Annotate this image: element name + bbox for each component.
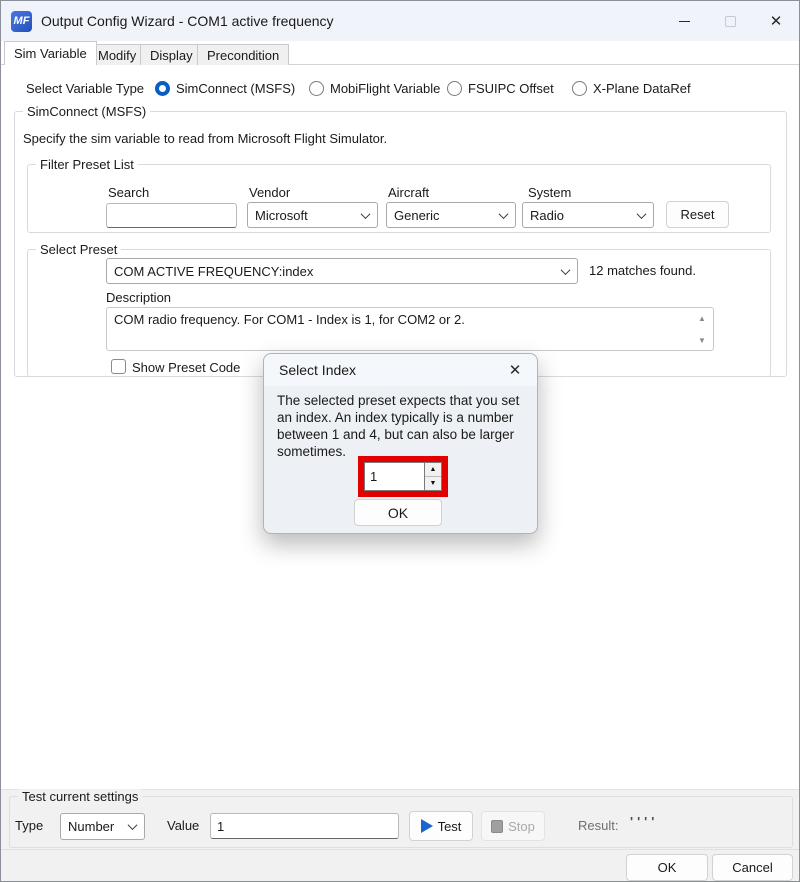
reset-button[interactable]: Reset (666, 201, 729, 228)
minimize-button[interactable] (661, 1, 707, 41)
radio-simconnect-label[interactable]: SimConnect (MSFS) (176, 81, 295, 96)
matches-found-text: 12 matches found. (589, 263, 696, 278)
maximize-icon (725, 16, 736, 27)
search-label: Search (108, 185, 149, 200)
select-variable-type-label: Select Variable Type (26, 81, 144, 96)
radio-xplane-dataref-label[interactable]: X-Plane DataRef (593, 81, 691, 96)
chevron-down-icon (361, 209, 371, 219)
description-text: COM radio frequency. For COM1 - Index is… (114, 312, 465, 327)
window-title: Output Config Wizard - COM1 active frequ… (41, 13, 334, 29)
result-value: '''' (630, 814, 658, 829)
system-value: Radio (530, 208, 564, 223)
spinner-up-icon[interactable]: ▲ (425, 463, 441, 477)
vendor-value: Microsoft (255, 208, 308, 223)
radio-fsuipc-offset[interactable] (447, 81, 462, 96)
simconnect-groupbox-title: SimConnect (MSFS) (23, 104, 150, 119)
play-icon (421, 819, 433, 833)
scroll-down-icon[interactable]: ▼ (695, 333, 709, 347)
maximize-button (707, 1, 753, 41)
scroll-up-icon[interactable]: ▲ (695, 311, 709, 325)
show-preset-code-label[interactable]: Show Preset Code (132, 360, 240, 375)
aircraft-select[interactable]: Generic (386, 202, 516, 228)
footer-divider (1, 849, 799, 850)
close-button[interactable]: ✕ (753, 1, 799, 41)
chevron-down-icon (637, 209, 647, 219)
preset-value: COM ACTIVE FREQUENCY:index (114, 264, 313, 279)
minimize-icon (679, 21, 690, 22)
test-button[interactable]: Test (409, 811, 473, 841)
vendor-select[interactable]: Microsoft (247, 202, 378, 228)
search-input[interactable] (106, 203, 237, 228)
radio-mobiflight-variable[interactable] (309, 81, 324, 96)
tab-sim-variable[interactable]: Sim Variable (4, 41, 97, 65)
tab-strip: Sim Variable Modify Display Precondition (1, 41, 799, 65)
value-label: Value (167, 818, 199, 833)
index-highlight-annotation: 1 ▲ ▼ (358, 456, 448, 497)
index-spinner-value[interactable]: 1 (364, 462, 424, 491)
cancel-button[interactable]: Cancel (712, 854, 793, 881)
chevron-down-icon (499, 209, 509, 219)
simconnect-description: Specify the sim variable to read from Mi… (23, 131, 387, 146)
stop-button-label: Stop (508, 819, 535, 834)
value-input[interactable] (210, 813, 399, 839)
radio-xplane-dataref[interactable] (572, 81, 587, 96)
system-label: System (528, 185, 571, 200)
dialog-message: The selected preset expects that you set… (277, 392, 529, 460)
dialog-ok-button[interactable]: OK (354, 499, 442, 526)
aircraft-value: Generic (394, 208, 440, 223)
stop-button[interactable]: Stop (481, 811, 545, 841)
radio-mobiflight-variable-label[interactable]: MobiFlight Variable (330, 81, 440, 96)
system-select[interactable]: Radio (522, 202, 654, 228)
chevron-down-icon (128, 820, 138, 830)
stop-icon (491, 820, 503, 833)
type-select[interactable]: Number (60, 813, 145, 840)
select-preset-groupbox-title: Select Preset (36, 242, 121, 257)
radio-simconnect[interactable] (155, 81, 170, 96)
dialog-close-button[interactable]: ✕ (499, 356, 531, 384)
filter-preset-groupbox-title: Filter Preset List (36, 157, 138, 172)
bottom-panel: Test current settings Type Number Value … (1, 789, 799, 881)
select-index-dialog-title: Select Index (264, 354, 537, 386)
vendor-label: Vendor (249, 185, 290, 200)
index-spinner: ▲ ▼ (424, 462, 442, 491)
ok-button[interactable]: OK (626, 854, 708, 881)
type-value: Number (68, 819, 114, 834)
select-index-dialog: Select Index ✕ The selected preset expec… (263, 353, 538, 534)
test-button-label: Test (438, 819, 462, 834)
spinner-down-icon[interactable]: ▼ (425, 477, 441, 490)
tab-display[interactable]: Display (140, 44, 203, 65)
aircraft-label: Aircraft (388, 185, 429, 200)
result-label: Result: (578, 818, 618, 833)
preset-select[interactable]: COM ACTIVE FREQUENCY:index (106, 258, 578, 284)
description-label: Description (106, 290, 171, 305)
type-label: Type (15, 818, 43, 833)
chevron-down-icon (561, 265, 571, 275)
radio-fsuipc-offset-label[interactable]: FSUIPC Offset (468, 81, 554, 96)
description-box: COM radio frequency. For COM1 - Index is… (106, 307, 714, 351)
mobiflight-logo-icon: MF (11, 11, 32, 32)
title-bar: MF Output Config Wizard - COM1 active fr… (1, 1, 799, 41)
show-preset-code-checkbox[interactable] (111, 359, 126, 374)
test-settings-groupbox-title: Test current settings (18, 789, 142, 804)
close-icon: ✕ (770, 14, 783, 29)
output-config-wizard-window: MF Output Config Wizard - COM1 active fr… (0, 0, 800, 882)
tab-modify[interactable]: Modify (88, 44, 146, 65)
tab-precondition[interactable]: Precondition (197, 44, 289, 65)
